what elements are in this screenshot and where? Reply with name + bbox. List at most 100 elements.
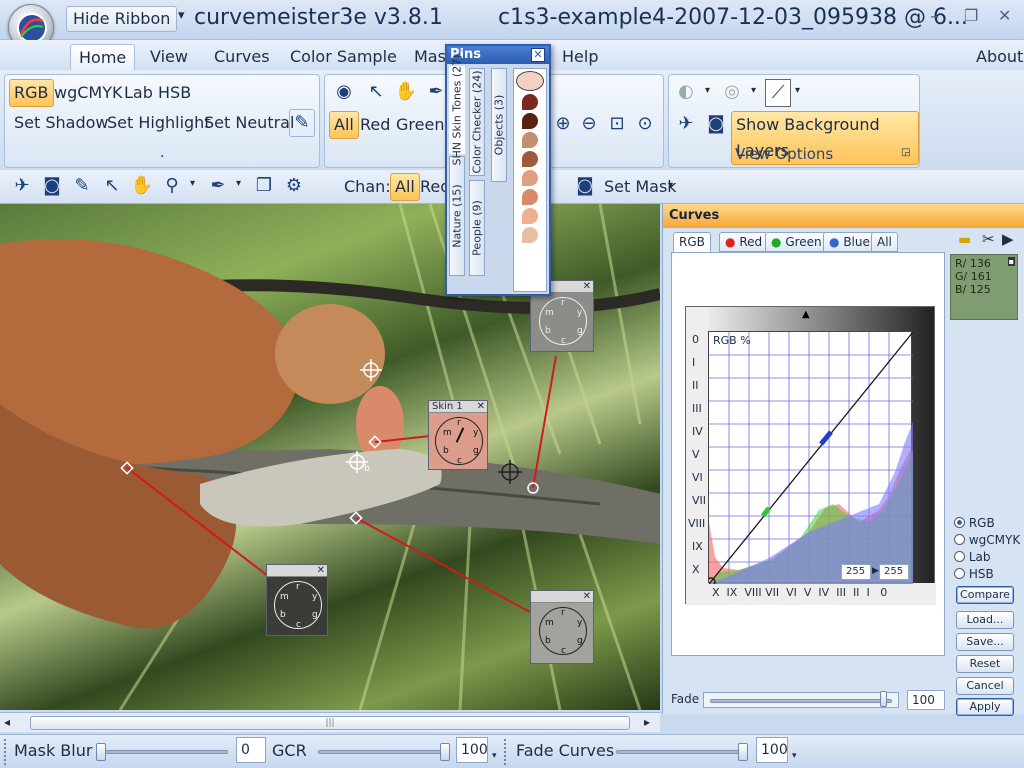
mode-wgcmyk-button[interactable]: wgCMYK: [49, 79, 127, 107]
pin-swatch-icon[interactable]: [522, 113, 538, 129]
pin-dial-right[interactable]: ✕ m r y g c b: [530, 590, 594, 664]
radio-rgb[interactable]: RGB: [954, 516, 995, 530]
fade-curves-value[interactable]: 100: [756, 737, 788, 763]
radio-wgcmyk[interactable]: wgCMYK: [954, 533, 1020, 547]
close-icon[interactable]: ✕: [317, 565, 325, 576]
zoom-tool-icon[interactable]: ⚲: [160, 173, 184, 199]
fade-curves-slider[interactable]: [616, 741, 748, 763]
neutral-wand-icon[interactable]: ✎: [289, 109, 315, 137]
close-icon[interactable]: ✕: [583, 281, 591, 292]
fade-curves-thumb[interactable]: [738, 743, 748, 761]
grip-icon[interactable]: [4, 739, 10, 765]
gcr-thumb[interactable]: [440, 743, 450, 761]
mask-view-icon[interactable]: ◎: [719, 79, 745, 105]
cancel-button[interactable]: Cancel: [956, 677, 1014, 695]
channel-red-button[interactable]: Red: [355, 111, 395, 139]
save-button[interactable]: Save...: [956, 633, 1014, 651]
radio-hsb[interactable]: HSB: [954, 567, 994, 581]
gcr-dropdown-icon[interactable]: ▾: [492, 751, 497, 761]
wand-tool-icon[interactable]: ✎: [70, 173, 94, 199]
set-mask-button[interactable]: Set Mask: [604, 177, 677, 196]
view-options-launcher-icon[interactable]: ◲: [901, 147, 910, 158]
tab-color-sample[interactable]: Color Sample: [282, 44, 405, 70]
fade-slider-thumb[interactable]: [880, 691, 887, 707]
copy-tool-icon[interactable]: ❐: [252, 173, 276, 199]
curve-tool-icon[interactable]: ◉: [331, 79, 357, 105]
readout-menu-icon[interactable]: ▪: [1007, 257, 1015, 266]
image-horizontal-scrollbar[interactable]: ◂ ||| ▸: [0, 712, 660, 732]
curve-output-value[interactable]: 255: [879, 564, 909, 580]
settings-tool-icon[interactable]: ⚙: [282, 173, 306, 199]
about-link[interactable]: About: [968, 44, 1024, 70]
fade-slider[interactable]: [703, 691, 899, 708]
mask-icon[interactable]: ◙: [703, 111, 729, 137]
mode-rgb-button[interactable]: RGB: [9, 79, 54, 107]
close-icon[interactable]: ✕: [477, 401, 485, 412]
hand-tool-icon[interactable]: ✋: [130, 173, 154, 199]
tab-home[interactable]: Home: [70, 44, 136, 70]
minimize-button[interactable]: –: [930, 6, 939, 27]
pins-tab-skin-tones[interactable]: SHN Skin Tones (27): [449, 55, 465, 165]
mode-hsb-button[interactable]: HSB: [153, 79, 196, 107]
pin-dial-skin[interactable]: Skin 1 ✕ m r y g c b: [428, 400, 488, 470]
curves-tab-all[interactable]: All: [871, 232, 898, 252]
reset-button[interactable]: Reset: [956, 655, 1014, 673]
gcr-value[interactable]: 100: [456, 737, 488, 763]
select-tool-icon[interactable]: ↖: [100, 173, 124, 199]
set-mask-dropdown-icon[interactable]: ▾: [668, 180, 673, 191]
image-canvas[interactable]: b Skin 1 ✕ m r y g c b ✕ m r y g c b ✕ m…: [0, 204, 660, 710]
curve-plot-area[interactable]: RGB % 255 ▶ 255: [708, 331, 913, 584]
zoom-in-icon[interactable]: ⊕: [551, 111, 575, 137]
close-button[interactable]: ✕: [998, 6, 1011, 25]
zoom-out-icon[interactable]: ⊖: [577, 111, 601, 137]
mask-blur-value[interactable]: 0: [236, 737, 266, 763]
hide-ribbon-button[interactable]: Hide Ribbon: [66, 6, 178, 32]
zoom-dropdown-icon[interactable]: ▾: [190, 178, 195, 189]
pin-tool-icon[interactable]: ✈: [10, 173, 34, 199]
eyedropper-dropdown-icon[interactable]: ▾: [236, 178, 241, 189]
fade-curves-dropdown-icon[interactable]: ▾: [792, 751, 797, 761]
pins-window[interactable]: Pins ✕ Nature (15) SHN Skin Tones (27) Co…: [445, 44, 551, 296]
fade-value[interactable]: 100: [907, 690, 945, 710]
pin-swatch-icon[interactable]: [522, 94, 538, 110]
pin-swatch-icon[interactable]: [516, 71, 544, 91]
tab-curves[interactable]: Curves: [206, 44, 278, 70]
curves-tab-rgb[interactable]: RGB: [673, 232, 711, 252]
set-neutral-button[interactable]: Set Neutral: [199, 109, 299, 137]
pin-swatch-icon[interactable]: [522, 132, 538, 148]
radio-lab[interactable]: Lab: [954, 550, 990, 564]
mask-blur-slider[interactable]: [96, 741, 228, 763]
apply-button[interactable]: Apply: [956, 698, 1014, 716]
folder-icon[interactable]: ▬: [958, 232, 971, 248]
mask-view-dropdown-icon[interactable]: ▾: [751, 85, 756, 96]
maximize-button[interactable]: ❐: [964, 6, 978, 25]
zoom-fit-icon[interactable]: ⊡: [605, 111, 629, 137]
curve-display-icon[interactable]: ⟋: [765, 79, 791, 107]
curve-display-dropdown-icon[interactable]: ▾: [795, 85, 800, 96]
gcr-slider[interactable]: [318, 741, 450, 763]
pin-view-icon[interactable]: ✈: [673, 111, 699, 137]
quick-access-dropdown-icon[interactable]: ▾: [178, 8, 185, 23]
pin-swatch-icon[interactable]: [522, 208, 538, 224]
pins-tab-nature[interactable]: Nature (15): [449, 156, 465, 276]
pins-tab-objects[interactable]: Objects (3): [491, 68, 507, 182]
close-icon[interactable]: ✕: [531, 48, 545, 62]
scroll-thumb[interactable]: |||: [30, 716, 630, 730]
tab-help[interactable]: Help: [554, 44, 606, 70]
group-launcher[interactable]: .: [160, 145, 164, 161]
play-icon[interactable]: ▶: [1002, 230, 1014, 248]
close-icon[interactable]: ✕: [583, 591, 591, 602]
view-mode-icon[interactable]: ◐: [673, 79, 699, 105]
toolbar-channel-all[interactable]: All: [390, 173, 420, 201]
mask-blur-thumb[interactable]: [96, 743, 106, 761]
set-shadow-button[interactable]: Set Shadow: [9, 109, 114, 137]
eyedropper-tool-icon[interactable]: ✒: [206, 173, 230, 199]
pin-swatch-icon[interactable]: [522, 151, 538, 167]
channel-green-button[interactable]: Green: [391, 111, 449, 139]
tab-view[interactable]: View: [142, 44, 196, 70]
pin-dial-left[interactable]: ✕ m r y g c b: [266, 564, 328, 636]
pin-swatch-icon[interactable]: [522, 170, 538, 186]
pins-tab-color-checker[interactable]: Color Checker (24): [469, 68, 485, 176]
wrench-icon[interactable]: ✂: [982, 230, 995, 248]
load-button[interactable]: Load...: [956, 611, 1014, 629]
